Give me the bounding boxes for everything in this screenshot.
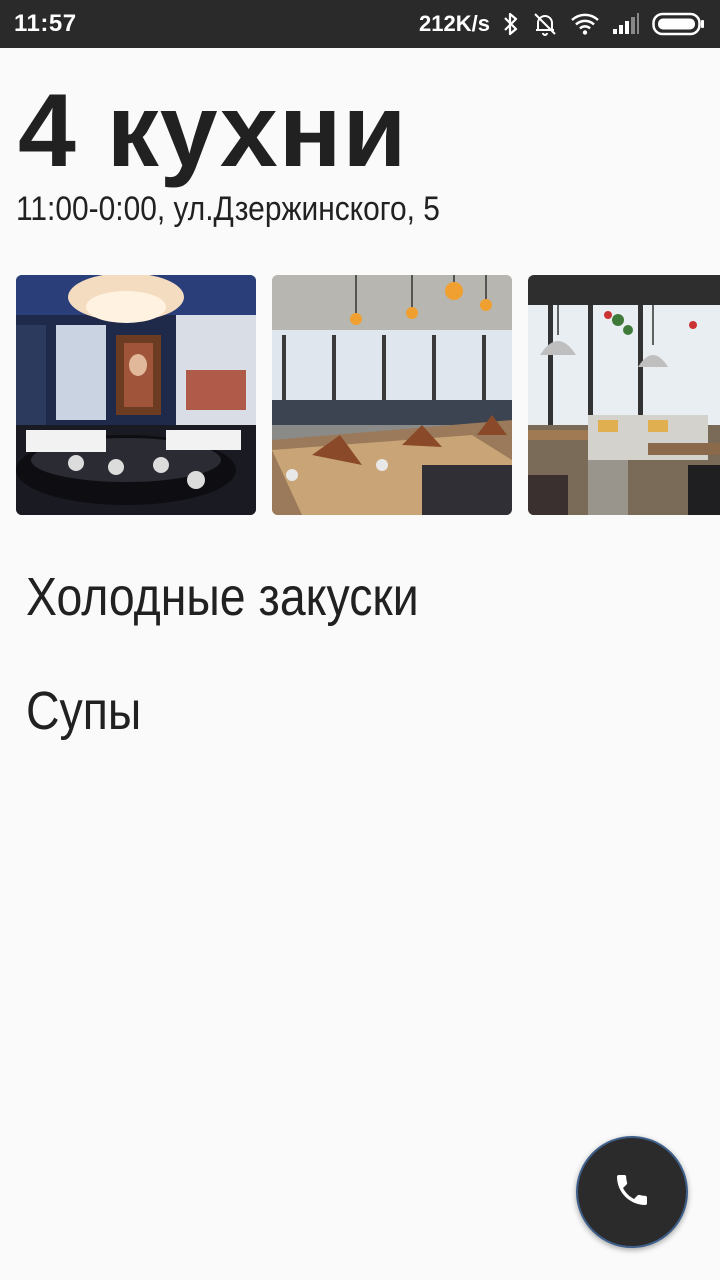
status-icons: 212K/s [419,11,706,37]
status-time: 11:57 [14,10,77,37]
menu-category-cold-appetizers[interactable]: Холодные закуски [26,566,419,628]
menu-category-soups[interactable]: Супы [26,680,141,742]
phone-icon [612,1170,652,1215]
wifi-icon [570,12,600,36]
restaurant-interior-photo-1[interactable] [16,275,256,515]
restaurant-title: 4 кухни [18,73,408,189]
photo-gallery[interactable] [16,275,720,515]
alarm-off-icon [532,11,558,37]
restaurant-interior-photo-3[interactable] [528,275,720,515]
signal-icon [612,13,640,35]
battery-icon [652,12,706,36]
restaurant-hours-address: 11:00-0:00, ул.Дзержинского, 5 [16,190,440,228]
status-bar: 11:57 212K/s [0,0,720,48]
restaurant-interior-photo-2[interactable] [272,275,512,515]
call-button[interactable] [576,1136,688,1248]
network-speed: 212K/s [419,11,490,36]
bluetooth-icon [502,11,520,37]
